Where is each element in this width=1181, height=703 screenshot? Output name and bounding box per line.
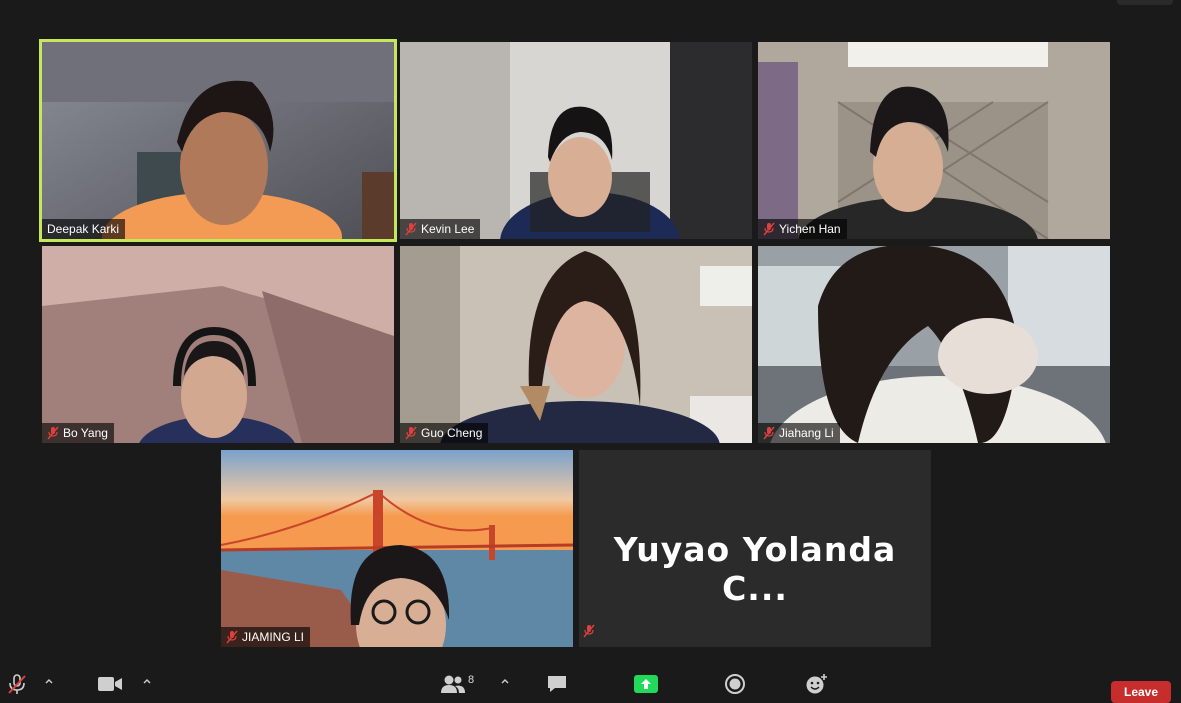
participant-name: Guo Cheng <box>421 426 483 440</box>
participant-name: Yichen Han <box>779 222 841 236</box>
chevron-up-icon[interactable] <box>142 676 152 686</box>
participant-name-tag: Kevin Lee <box>400 219 481 239</box>
participant-name: Jiahang Li <box>779 426 834 440</box>
video-tile-yuyao-yolanda[interactable]: Yuyao Yolanda C... <box>579 450 931 647</box>
video-tile-yichen-han[interactable]: Yichen Han <box>758 42 1110 239</box>
participant-name-tag: Jiahang Li <box>758 423 840 443</box>
mic-muted-icon <box>405 426 417 440</box>
video-button[interactable] <box>97 673 123 695</box>
record-button[interactable] <box>724 673 746 695</box>
participant-name-tag: JIAMING LI <box>221 627 311 647</box>
participant-name: Kevin Lee <box>421 222 475 236</box>
participant-mute-indicator <box>583 624 595 643</box>
participant-name-tag: Yichen Han <box>758 219 847 239</box>
video-tile-deepak-karki[interactable]: Deepak Karki <box>39 39 397 242</box>
mic-muted-icon <box>763 222 775 236</box>
mic-muted-icon <box>226 630 238 644</box>
mic-muted-icon <box>405 222 417 236</box>
video-tile-jiaming-li[interactable]: JIAMING LI <box>221 450 573 647</box>
participant-video <box>400 246 752 443</box>
mic-muted-icon <box>47 426 59 440</box>
participants-count: 8 <box>468 674 475 686</box>
video-tile-bo-yang[interactable]: Bo Yang <box>42 246 394 443</box>
participant-name: JIAMING LI <box>242 630 305 644</box>
mic-muted-icon <box>8 674 26 694</box>
leave-button[interactable]: Leave <box>1111 681 1171 703</box>
video-tile-jiahang-li[interactable]: Jiahang Li <box>758 246 1110 443</box>
gallery-view: Deepak Karki Kevin Lee Yichen Han Bo Yan… <box>0 0 1181 664</box>
video-tile-guo-cheng[interactable]: Guo Cheng <box>400 246 752 443</box>
participant-video <box>42 246 394 443</box>
mute-button[interactable] <box>6 673 28 695</box>
mic-muted-icon <box>763 426 775 440</box>
mic-muted-icon <box>583 624 595 638</box>
share-screen-icon <box>634 675 658 693</box>
video-camera-icon <box>98 677 122 691</box>
record-icon <box>725 674 745 694</box>
reactions-icon <box>806 674 827 694</box>
participant-video <box>42 42 394 239</box>
participant-name-tag: Deepak Karki <box>42 219 126 239</box>
reactions-button[interactable] <box>805 673 829 695</box>
participants-icon <box>441 675 465 693</box>
share-screen-button[interactable] <box>634 673 658 695</box>
chevron-up-icon[interactable] <box>500 676 510 686</box>
participants-button[interactable] <box>440 673 466 695</box>
meeting-toolbar: 8 Leave <box>0 664 1181 703</box>
participant-name-tag: Guo Cheng <box>400 423 489 443</box>
participant-video <box>221 450 573 647</box>
window-corner-handle[interactable] <box>1117 0 1173 5</box>
participant-name: Deepak Karki <box>47 222 120 236</box>
participant-name-tag: Bo Yang <box>42 423 114 443</box>
participant-video <box>758 246 1110 443</box>
participant-video <box>758 42 1110 239</box>
participant-display-name: Yuyao Yolanda C... <box>613 530 897 608</box>
chat-button[interactable] <box>546 673 568 695</box>
chevron-up-icon[interactable] <box>44 676 54 686</box>
participant-video <box>400 42 752 239</box>
participant-name: Bo Yang <box>63 426 108 440</box>
chat-icon <box>548 676 566 692</box>
video-tile-kevin-lee[interactable]: Kevin Lee <box>400 42 752 239</box>
